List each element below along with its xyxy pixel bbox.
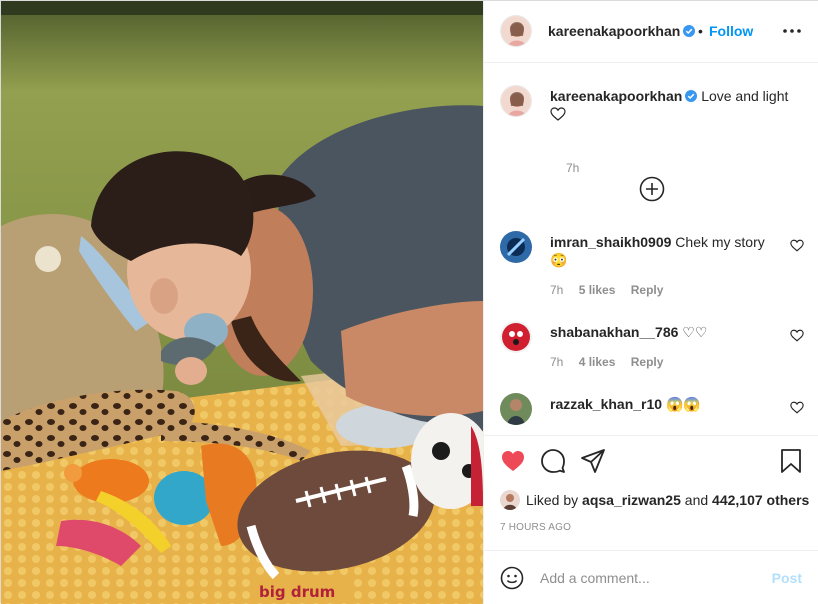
comment-time[interactable]: 7h: [550, 283, 563, 297]
author-username-text[interactable]: kareenakapoorkhan: [548, 23, 680, 39]
comment-like-heart-icon[interactable]: [790, 239, 804, 252]
liked-by-summary: Liked by aqsa_rizwan25 and 442,107 other…: [500, 490, 809, 510]
comment-like-heart-icon[interactable]: [790, 329, 804, 342]
comment-time[interactable]: 7h: [550, 355, 563, 369]
author-avatar[interactable]: [500, 15, 532, 47]
commenter-username[interactable]: imran_shaikh0909: [550, 234, 671, 250]
commenter-avatar[interactable]: [500, 393, 532, 425]
post-comment-button[interactable]: Post: [772, 570, 802, 586]
caption-body: Love and light: [701, 88, 789, 104]
comment-item: shabanakhan__786 ♡♡ 7h 4 likes Reply: [500, 321, 818, 391]
verified-badge-icon: [685, 90, 698, 102]
verified-badge-icon: [683, 25, 696, 37]
author-username[interactable]: kareenakapoorkhan: [548, 23, 696, 39]
reply-button[interactable]: Reply: [631, 283, 664, 297]
comment-likes[interactable]: 5 likes: [579, 283, 616, 297]
caption-text-block: kareenakapoorkhan Love and light: [550, 87, 800, 123]
post-actions: Liked by aqsa_rizwan25 and 442,107 other…: [484, 435, 818, 550]
white-heart-emoji-icon: [550, 107, 566, 121]
emoji-smiley-icon[interactable]: [500, 566, 524, 590]
liked-by-prefix: Liked by: [526, 492, 579, 508]
comment-emoji: 😳: [550, 252, 568, 268]
caption-username[interactable]: kareenakapoorkhan: [550, 88, 682, 104]
comment-item: razzak_khan_r10 😱😱: [500, 393, 818, 435]
post-header: kareenakapoorkhan • Follow: [484, 1, 818, 63]
comments-scroll-area[interactable]: kareenakapoorkhan Love and light 7h imra…: [484, 63, 818, 435]
liked-by-user[interactable]: aqsa_rizwan25: [582, 492, 681, 508]
post-modal: big drum kareenakapoorkhan • Follow kare…: [0, 0, 818, 604]
comment-bubble-icon[interactable]: [540, 448, 566, 474]
post-side-panel: kareenakapoorkhan • Follow kareenakapoor…: [483, 1, 818, 604]
liker-avatar[interactable]: [500, 490, 520, 510]
comment-input[interactable]: [540, 566, 760, 590]
commenter-username[interactable]: razzak_khan_r10: [550, 396, 662, 412]
separator-dot: •: [698, 23, 703, 39]
commenter-avatar[interactable]: [500, 231, 532, 263]
comment-body: ♡♡: [682, 324, 708, 340]
comment-likes[interactable]: 4 likes: [579, 355, 616, 369]
follow-button[interactable]: Follow: [709, 23, 753, 39]
caption-avatar[interactable]: [500, 85, 532, 117]
reply-button[interactable]: Reply: [631, 355, 664, 369]
more-options-icon[interactable]: [782, 23, 802, 39]
like-heart-icon[interactable]: [500, 448, 526, 474]
load-more-comments-icon[interactable]: [639, 176, 665, 202]
comment-body: Chek my story: [675, 234, 765, 250]
share-send-icon[interactable]: [580, 448, 606, 474]
comment-meta: 7h 4 likes Reply: [550, 355, 675, 369]
comment-body: 😱😱: [665, 396, 701, 412]
comment-text-block: shabanakhan__786 ♡♡: [550, 323, 780, 341]
liked-by-others[interactable]: 442,107 others: [712, 492, 809, 508]
liked-by-and: and: [684, 492, 709, 508]
comment-text-block: razzak_khan_r10 😱😱: [550, 395, 780, 413]
commenter-avatar[interactable]: [500, 321, 532, 353]
caption-time[interactable]: 7h: [566, 161, 579, 175]
comment-text-block: imran_shaikh0909 Chek my story 😳: [550, 233, 780, 269]
post-photo[interactable]: big drum: [1, 1, 483, 604]
mat-caption: big drum: [259, 583, 335, 601]
add-comment-bar: Post: [484, 550, 818, 604]
commenter-username[interactable]: shabanakhan__786: [550, 324, 678, 340]
comment-item: imran_shaikh0909 Chek my story 😳 7h 5 li…: [500, 231, 818, 301]
comment-like-heart-icon[interactable]: [790, 401, 804, 414]
save-bookmark-icon[interactable]: [778, 448, 804, 474]
post-timestamp[interactable]: 7 HOURS AGO: [500, 522, 571, 533]
comment-meta: 7h 5 likes Reply: [550, 283, 675, 297]
